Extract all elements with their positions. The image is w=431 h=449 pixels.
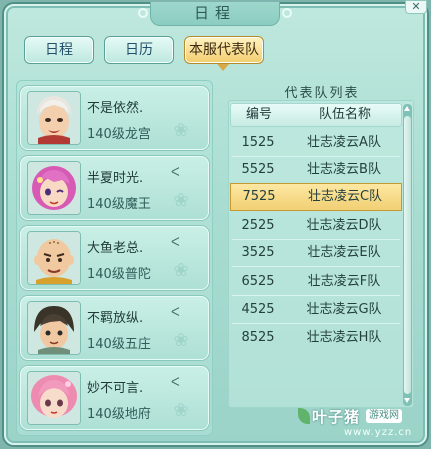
member-level: 140级普陀 (87, 267, 151, 282)
watermark-tag: 游戏网 (366, 409, 402, 423)
lotus-deco-icon: ❀ (173, 260, 189, 281)
row-divider (232, 295, 400, 296)
member-card[interactable]: 不羁放纵. 140级五庄 ᐸ ❀ (20, 296, 209, 360)
member-flag-icon: ᐸ (171, 165, 180, 179)
header-name: 队伍名称 (318, 107, 371, 122)
member-name: 不是依然. (87, 101, 144, 116)
team-id: 7525 (242, 189, 276, 204)
team-name: 壮志凌云F队 (307, 274, 381, 289)
row-divider (232, 323, 400, 324)
avatar-white-hair-boy (27, 91, 81, 145)
team-name: 壮志凌云A队 (307, 135, 381, 150)
team-name: 壮志凌云H队 (306, 330, 382, 345)
team-id: 5525 (241, 162, 275, 177)
header-id: 编号 (245, 107, 272, 122)
team-name: 壮志凌云E队 (307, 245, 381, 260)
watermark-brand: 叶子猪 (312, 408, 361, 426)
team-name: 壮志凌云G队 (306, 302, 382, 317)
table-row[interactable]: 8525 壮志凌云H队 (230, 325, 402, 351)
active-tab-pointer-icon (217, 64, 229, 71)
member-card[interactable]: 不是依然. 140级龙宫 ❀ (20, 86, 209, 150)
member-name: 半夏时光. (87, 171, 144, 186)
member-name: 妙不可言. (87, 381, 144, 396)
member-card[interactable]: 妙不可言. 140级地府 ᐸ ❀ (20, 366, 209, 430)
team-id: 6525 (241, 274, 275, 289)
team-list-title: 代表队列表 (284, 86, 360, 101)
member-card[interactable]: 半夏时光. 140级魔王 ᐸ ❀ (20, 156, 209, 220)
team-id: 2525 (241, 218, 275, 233)
scroll-down-icon[interactable] (404, 398, 410, 403)
site-watermark: 叶子猪 游戏网 www.yzz.cn (298, 406, 424, 444)
member-name: 大鱼老总. (87, 241, 144, 256)
team-id: 1525 (241, 135, 275, 150)
member-flag-icon: ᐸ (171, 235, 180, 249)
table-row[interactable]: 5525 壮志凌云B队 (230, 157, 402, 183)
member-name: 不羁放纵. (87, 311, 144, 326)
member-level: 140级地府 (87, 407, 151, 422)
team-name: 壮志凌云B队 (307, 162, 381, 177)
team-id: 3525 (241, 245, 275, 260)
team-name: 壮志凌云C队 (307, 189, 383, 204)
lotus-deco-icon: ❀ (173, 120, 189, 141)
watermark-url: www.yzz.cn (344, 427, 413, 438)
member-flag-icon: ᐸ (171, 375, 180, 389)
team-name: 壮志凌云D队 (306, 218, 382, 233)
team-id: 4525 (241, 302, 275, 317)
row-divider (232, 266, 400, 267)
tab-schedule[interactable]: 日程 (24, 36, 94, 64)
tab-calendar[interactable]: 日历 (104, 36, 174, 64)
avatar-pink-hair-girl-2 (27, 371, 81, 425)
title-ornament-left (138, 8, 148, 18)
lotus-deco-icon: ❀ (173, 330, 189, 351)
lotus-deco-icon: ❀ (173, 400, 189, 421)
team-list-scrollbar[interactable] (403, 104, 412, 406)
tab-server-team[interactable]: 本服代表队 (184, 36, 264, 64)
table-row[interactable]: 2525 壮志凌云D队 (230, 213, 402, 239)
member-level: 140级魔王 (87, 197, 151, 212)
avatar-dark-hair-boy (27, 301, 81, 355)
scroll-thumb[interactable] (404, 116, 411, 394)
scroll-up-icon[interactable] (404, 106, 410, 111)
table-row[interactable]: 4525 壮志凌云G队 (230, 297, 402, 323)
close-icon[interactable]: ✕ (405, 0, 427, 14)
member-flag-icon: ᐸ (171, 305, 180, 319)
member-level: 140级五庄 (87, 337, 151, 352)
avatar-bald-monk (27, 231, 81, 285)
avatar-pink-hair-girl (27, 161, 81, 215)
table-row-selected[interactable]: 7525 壮志凌云C队 (230, 183, 402, 211)
table-row[interactable]: 6525 壮志凌云F队 (230, 269, 402, 295)
team-list-header: 编号 队伍名称 (230, 103, 402, 127)
table-row[interactable]: 3525 壮志凌云E队 (230, 240, 402, 266)
member-card[interactable]: 大鱼老总. 140级普陀 ᐸ ❀ (20, 226, 209, 290)
table-row[interactable]: 1525 壮志凌云A队 (230, 130, 402, 156)
lotus-deco-icon: ❀ (173, 190, 189, 211)
team-id: 8525 (241, 330, 275, 345)
title-ornament-right (282, 8, 292, 18)
window-title: 日程 (150, 2, 280, 26)
member-level: 140级龙宫 (87, 127, 151, 142)
